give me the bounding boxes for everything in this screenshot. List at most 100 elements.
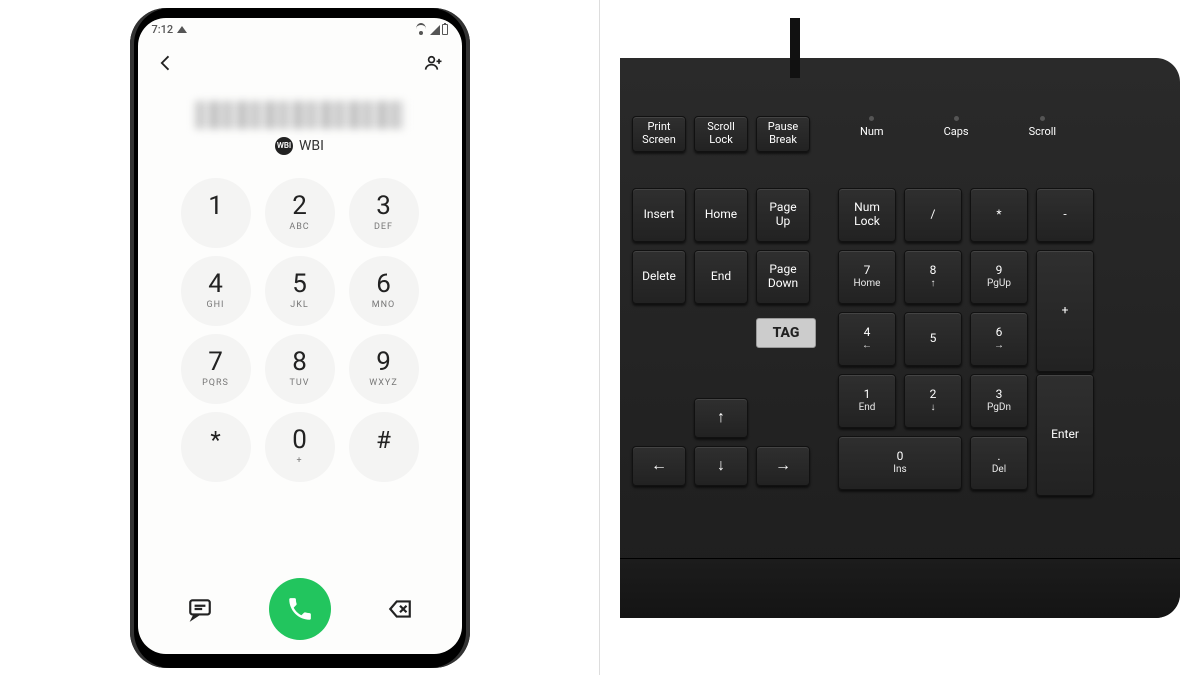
keypad-digit: 9 [376, 349, 391, 375]
key-numpad-enter[interactable]: Enter [1036, 374, 1094, 496]
keypad-digit: 8 [292, 349, 307, 375]
message-icon[interactable] [187, 596, 213, 622]
keypad-letters: GHI [207, 300, 225, 310]
phone-panel: 7:12 WBI [0, 0, 600, 675]
keypad-button-0[interactable]: 0+ [265, 412, 335, 482]
keypad-letters: MNO [372, 300, 395, 310]
keypad-button-#[interactable]: # [349, 412, 419, 482]
led-num: Num [860, 116, 884, 138]
numpad: NumLock/*-7Home8↑9PgUp+4←56→1End2↓3PgDnE… [838, 188, 1094, 490]
keypad-digit: 6 [376, 271, 391, 297]
keypad-letters: PQRS [202, 378, 229, 388]
key-numpad-3[interactable]: 3PgDn [970, 374, 1028, 428]
key-insert[interactable]: Insert [632, 188, 686, 242]
arrow-left-key[interactable]: ← [632, 446, 686, 486]
keyboard-cable [790, 18, 800, 78]
led-dot-icon [954, 116, 959, 121]
phone-frame: 7:12 WBI [130, 8, 470, 668]
backspace-icon[interactable] [387, 596, 413, 622]
keypad-button-*[interactable]: * [181, 412, 251, 482]
keyboard-wrist-rest [620, 558, 1180, 618]
battery-icon [442, 24, 448, 35]
keypad-letters: WXYZ [369, 378, 397, 388]
led-dot-icon [869, 116, 874, 121]
key-numpad-5[interactable]: 5 [904, 312, 962, 366]
key-numlock[interactable]: NumLock [838, 188, 896, 242]
key-end[interactable]: End [694, 250, 748, 304]
key-numpad-7[interactable]: 7Home [838, 250, 896, 304]
led-caps: Caps [944, 116, 969, 138]
keypad-digit: 1 [208, 193, 223, 219]
keypad-digit: 4 [208, 271, 223, 297]
contact-badge-icon: WBI [275, 137, 293, 155]
keypad-button-5[interactable]: 5 JKL [265, 256, 335, 326]
keypad-button-2[interactable]: 2 ABC [265, 178, 335, 248]
back-icon[interactable] [156, 53, 176, 77]
keypad-letters: JKL [290, 300, 308, 310]
phone-screen: 7:12 WBI [138, 18, 462, 654]
keypad-letters: DEF [374, 222, 393, 232]
dialer-bottom-actions [138, 564, 462, 654]
key-numpad-add[interactable]: + [1036, 250, 1094, 372]
key-print[interactable]: PrintScreen [632, 116, 686, 152]
top-action-bar [138, 42, 462, 88]
keypad-letters: + [296, 456, 302, 466]
key-scroll[interactable]: ScrollLock [694, 116, 748, 152]
function-key-row: PrintScreenScrollLockPauseBreak [632, 116, 810, 152]
key-numpad-8[interactable]: 8↑ [904, 250, 962, 304]
key-numpad-4[interactable]: 4← [838, 312, 896, 366]
arrow-down-key[interactable]: ↓ [694, 446, 748, 486]
key-numpad-multiply[interactable]: * [970, 188, 1028, 242]
key-home[interactable]: Home [694, 188, 748, 242]
call-button[interactable] [269, 578, 331, 640]
status-time: 7:12 [152, 23, 174, 36]
key-numpad-6[interactable]: 6→ [970, 312, 1028, 366]
key-numpad-divide[interactable]: / [904, 188, 962, 242]
keypad-letters: ABC [289, 222, 309, 232]
arrow-key-cluster: ↑ ← ↓ → [632, 398, 810, 486]
brand-badge: TAG [756, 318, 816, 348]
key-numpad-subtract[interactable]: - [1036, 188, 1094, 242]
navigation-key-cluster: InsertHomePageUp DeleteEndPageDown [632, 188, 810, 304]
keypad-digit: 0 [292, 427, 307, 453]
keypad-button-9[interactable]: 9 WXYZ [349, 334, 419, 404]
wifi-icon [416, 25, 428, 35]
keypad-button-4[interactable]: 4 GHI [181, 256, 251, 326]
status-bar: 7:12 [138, 18, 462, 42]
key-numpad-0[interactable]: 0Ins [838, 436, 962, 490]
notification-icon [177, 26, 187, 33]
key-pagedown[interactable]: PageDown [756, 250, 810, 304]
led-indicator-area: Num Caps Scroll [860, 116, 1120, 138]
keypad-digit: 2 [292, 193, 307, 219]
key-numpad-9[interactable]: 9PgUp [970, 250, 1028, 304]
key-pageup[interactable]: PageUp [756, 188, 810, 242]
keyboard: PrintScreenScrollLockPauseBreak Num Caps S… [620, 58, 1180, 618]
contact-suggestion[interactable]: WBI WBI [275, 137, 324, 155]
keypad-digit: # [376, 428, 391, 452]
arrow-up-key[interactable]: ↑ [694, 398, 748, 438]
dialed-number-area: WBI WBI [138, 88, 462, 168]
keypad-digit: 3 [376, 193, 391, 219]
key-pause[interactable]: PauseBreak [756, 116, 810, 152]
key-numpad-decimal[interactable]: .Del [970, 436, 1028, 490]
keypad-button-7[interactable]: 7 PQRS [181, 334, 251, 404]
keypad-digit: * [210, 428, 220, 452]
keypad: 12ABC3DEF4GHI5JKL6MNO7PQRS8TUV9WXYZ*0+# [138, 168, 462, 564]
dialed-number-blurred [195, 101, 405, 129]
key-numpad-1[interactable]: 1End [838, 374, 896, 428]
led-dot-icon [1040, 116, 1045, 121]
keypad-button-8[interactable]: 8 TUV [265, 334, 335, 404]
keyboard-panel: PrintScreenScrollLockPauseBreak Num Caps S… [600, 0, 1200, 675]
key-delete[interactable]: Delete [632, 250, 686, 304]
keypad-button-1[interactable]: 1 [181, 178, 251, 248]
add-contact-icon[interactable] [424, 53, 444, 77]
keypad-button-6[interactable]: 6 MNO [349, 256, 419, 326]
signal-icon [430, 25, 440, 35]
keypad-letters: TUV [290, 378, 310, 388]
keypad-digit: 5 [292, 271, 307, 297]
led-scroll: Scroll [1029, 116, 1057, 138]
keypad-button-3[interactable]: 3 DEF [349, 178, 419, 248]
key-numpad-2[interactable]: 2↓ [904, 374, 962, 428]
keypad-digit: 7 [208, 349, 223, 375]
arrow-right-key[interactable]: → [756, 446, 810, 486]
